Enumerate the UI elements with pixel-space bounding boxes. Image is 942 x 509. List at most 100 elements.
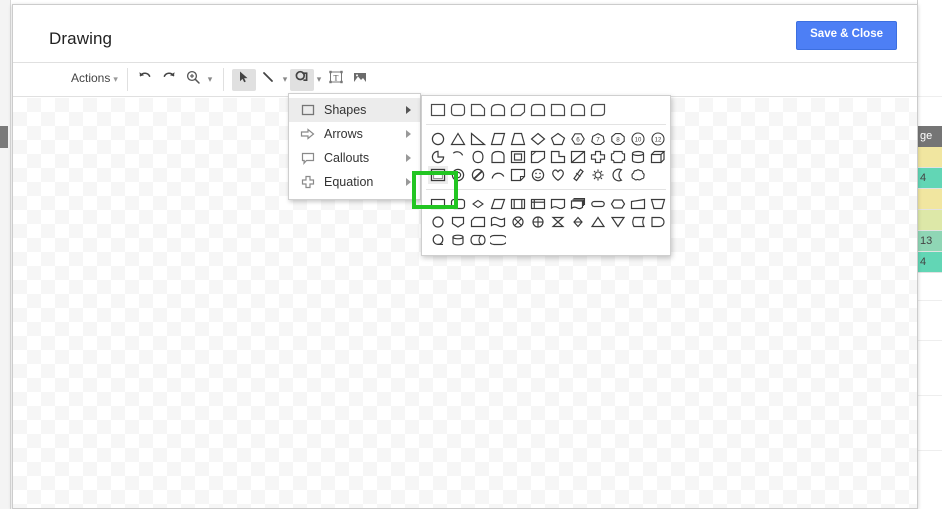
shape-flow-predefined-process[interactable] xyxy=(508,195,528,213)
shape-round-diagonal-corner-rectangle[interactable] xyxy=(568,101,588,119)
shape-frame-square[interactable] xyxy=(508,148,528,166)
speech-bubble-icon xyxy=(297,149,319,167)
shape-triangle[interactable] xyxy=(448,130,468,148)
shape-flow-decision[interactable] xyxy=(468,195,488,213)
shape-flow-preparation[interactable] xyxy=(608,195,628,213)
menu-item-arrows[interactable]: Arrows xyxy=(289,122,420,146)
shape-flow-collate[interactable] xyxy=(548,213,568,231)
shape-flow-multidocument[interactable] xyxy=(568,195,588,213)
shape-flow-sort[interactable] xyxy=(568,213,588,231)
menu-item-equation[interactable]: Equation xyxy=(289,170,420,194)
shape-octagon-8[interactable]: 8 xyxy=(608,130,628,148)
shape-right-triangle[interactable] xyxy=(468,130,488,148)
screen: ge 4 13 4 Drawing Save & Close Actions▾ xyxy=(0,0,942,509)
shape-flow-display[interactable] xyxy=(488,231,508,249)
actions-menu-button[interactable]: Actions ▾ xyxy=(71,71,118,85)
shape-flow-manual-operation[interactable] xyxy=(648,195,668,213)
redo-button[interactable] xyxy=(157,69,181,91)
shape-dropdown-caret[interactable]: ▾ xyxy=(314,69,324,91)
shape-flow-stored-data[interactable] xyxy=(628,213,648,231)
shape-flow-merge[interactable] xyxy=(608,213,628,231)
undo-button[interactable] xyxy=(133,69,157,91)
shape-round-corner-rectangle-2[interactable] xyxy=(588,101,608,119)
shape-plaque[interactable] xyxy=(608,148,628,166)
menu-item-label: Callouts xyxy=(324,151,370,165)
shape-flow-alternate-process[interactable] xyxy=(448,195,468,213)
line-tool-button[interactable] xyxy=(256,69,280,91)
shape-diamond[interactable] xyxy=(528,130,548,148)
shape-flow-document[interactable] xyxy=(548,195,568,213)
menu-item-callouts[interactable]: Callouts xyxy=(289,146,420,170)
shape-decagon-10[interactable]: 10 xyxy=(628,130,648,148)
shape-sun[interactable] xyxy=(588,166,608,184)
shape-snip-single-corner-rectangle[interactable] xyxy=(468,101,488,119)
shape-flow-card[interactable] xyxy=(468,213,488,231)
shape-no-symbol[interactable] xyxy=(468,166,488,184)
shape-flow-magnetic-disk[interactable] xyxy=(448,231,468,249)
shape-flow-or[interactable] xyxy=(528,213,548,231)
zoom-button[interactable] xyxy=(181,69,205,91)
zoom-icon xyxy=(185,69,201,90)
save-and-close-button[interactable]: Save & Close xyxy=(796,21,897,50)
shape-half-frame[interactable] xyxy=(488,148,508,166)
shape-flow-terminator[interactable] xyxy=(588,195,608,213)
shape-tool-button[interactable] xyxy=(290,68,314,91)
shape-flow-process[interactable] xyxy=(428,195,448,213)
block-arrow-icon xyxy=(297,125,319,143)
shape-smiley-face[interactable] xyxy=(528,166,548,184)
shape-parallelogram[interactable] xyxy=(488,130,508,148)
shape-flow-delay[interactable] xyxy=(648,213,668,231)
shape-l-shape[interactable] xyxy=(548,148,568,166)
text-box-tool-button[interactable]: T xyxy=(324,69,348,91)
shape-flow-connector[interactable] xyxy=(428,213,448,231)
shape-teardrop[interactable] xyxy=(468,148,488,166)
shape-cross[interactable] xyxy=(588,148,608,166)
shape-flow-extract[interactable] xyxy=(588,213,608,231)
shape-dodecagon-12[interactable]: 12 xyxy=(648,130,668,148)
shape-diagonal-stripe[interactable] xyxy=(568,148,588,166)
shape-pie[interactable] xyxy=(428,148,448,166)
shape-moon[interactable] xyxy=(608,166,628,184)
background-sheet-cell: 4 xyxy=(918,252,942,273)
shape-snip-diagonal-corner-rectangle[interactable] xyxy=(508,101,528,119)
shape-rectangle[interactable] xyxy=(428,101,448,119)
shape-trapezoid[interactable] xyxy=(508,130,528,148)
shape-flow-direct-access-storage[interactable] xyxy=(468,231,488,249)
line-dropdown-caret[interactable]: ▾ xyxy=(280,69,290,91)
image-tool-button[interactable] xyxy=(348,69,372,91)
shape-cube[interactable] xyxy=(648,148,668,166)
background-left-strip xyxy=(0,0,11,509)
shape-heptagon-7[interactable]: 7 xyxy=(588,130,608,148)
shape-flow-sequential-access[interactable] xyxy=(428,231,448,249)
shape-arc[interactable] xyxy=(488,166,508,184)
shape-round-same-side-corner-rectangle[interactable] xyxy=(528,101,548,119)
shape-flow-off-page-connector[interactable] xyxy=(448,213,468,231)
shape-hexagon-6[interactable]: 6 xyxy=(568,130,588,148)
shape-flow-punched-tape[interactable] xyxy=(488,213,508,231)
shape-flow-data[interactable] xyxy=(488,195,508,213)
shape-pentagon[interactable] xyxy=(548,130,568,148)
shape-donut[interactable] xyxy=(448,166,468,184)
shape-rounded-rectangle[interactable] xyxy=(448,101,468,119)
shape-arc-chord[interactable] xyxy=(448,148,468,166)
shape-round-single-corner-top-rectangle[interactable] xyxy=(488,101,508,119)
image-icon xyxy=(352,69,368,90)
zoom-dropdown-caret[interactable]: ▾ xyxy=(205,69,215,91)
shape-cloud[interactable] xyxy=(628,166,648,184)
shapes-palette: 6 7 8 10 12 xyxy=(421,95,671,256)
select-tool-button[interactable] xyxy=(232,68,256,91)
shape-snip-round-single-corner-rectangle[interactable] xyxy=(548,101,568,119)
menu-item-shapes[interactable]: Shapes xyxy=(289,98,420,122)
shape-frame-rectangle[interactable] xyxy=(428,166,448,184)
palette-row xyxy=(424,195,668,213)
shape-cylinder[interactable] xyxy=(628,148,648,166)
shape-lightning-bolt[interactable] xyxy=(568,166,588,184)
shape-flow-summing-junction[interactable] xyxy=(508,213,528,231)
background-sheet-header: ge xyxy=(918,126,942,147)
shape-flow-internal-storage[interactable] xyxy=(528,195,548,213)
shape-flow-manual-input[interactable] xyxy=(628,195,648,213)
shape-ellipse[interactable] xyxy=(428,130,448,148)
shape-corner[interactable] xyxy=(528,148,548,166)
shape-heart[interactable] xyxy=(548,166,568,184)
shape-folded-corner[interactable] xyxy=(508,166,528,184)
